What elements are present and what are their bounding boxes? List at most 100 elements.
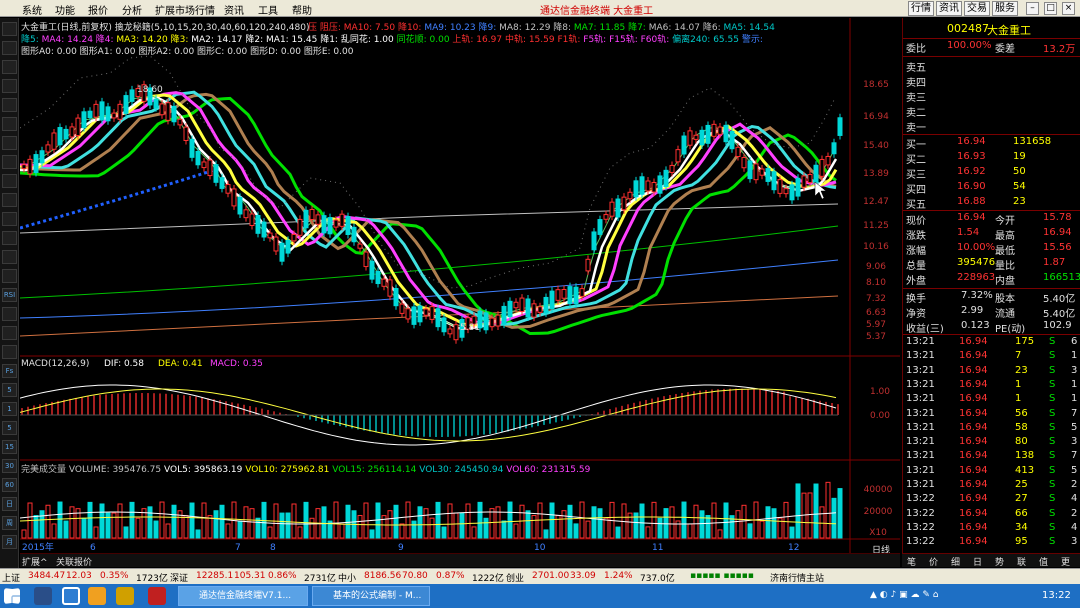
tick-time: 13:21 [906,436,935,448]
task-tdx[interactable]: 通达信金融终端V7.1... [178,586,308,606]
volume-bar [507,501,513,539]
explorer-icon[interactable] [34,587,52,605]
index-field: 创业 [506,574,525,584]
menu-extended-market[interactable]: 扩展市场行情 [155,2,215,17]
candle-body [735,146,741,158]
toolbar-tool-icon[interactable] [2,98,17,112]
menu-tools[interactable]: 工具 [258,2,278,17]
toolbar-tool-icon[interactable] [2,193,17,207]
toolbar-tool-icon[interactable] [2,136,17,150]
tab-trade[interactable]: 交易 [964,1,990,16]
fund-value: 5.40亿 [1043,309,1076,320]
candle-body [717,126,723,135]
volume-bar [153,520,159,539]
chrome-icon[interactable] [88,587,106,605]
quote-row: 卖二 [903,104,1080,119]
quote-row: 涨跌 1.54 最高 16.94 [903,227,1080,242]
windows-start-icon[interactable] [4,588,20,604]
tab-related-quote[interactable]: 关联报价 [56,555,92,568]
tick-price: 16.94 [959,407,988,419]
toolbar-tool-icon[interactable] [2,250,17,264]
toolbar-tool-icon[interactable] [2,231,17,245]
tick-count: 7 [1071,407,1078,419]
candle-body [813,164,819,183]
candle-body [501,305,507,325]
close-icon[interactable]: × [1062,2,1075,15]
toolbar-tool-icon[interactable] [2,212,17,226]
candle-body [315,214,321,225]
chart-area[interactable]: 18.65 16.94 15.40 13.89 12.47 11.25 10.16 9.06 8… [20,18,900,558]
toolbar-tool-icon[interactable] [2,60,17,74]
volume-bar [99,503,105,539]
toolbar-tool-icon[interactable] [2,22,17,36]
bid-price: 16.93 [957,151,986,162]
stock-app-icon[interactable] [148,587,166,605]
toolbar-tool-icon[interactable]: 日 [2,497,17,511]
maximize-icon[interactable]: □ [1044,2,1057,15]
folder-icon[interactable] [116,587,134,605]
quote-tab[interactable]: 值 [1039,555,1048,568]
toolbar-tool-icon[interactable]: 月 [2,535,17,549]
tick-side: S [1049,464,1056,476]
toolbar-tool-icon[interactable] [2,41,17,55]
toolbar-tool-icon[interactable] [2,117,17,131]
quote-tab[interactable]: 笔 [907,555,916,568]
tick-count: 1 [1071,378,1078,390]
toolbar-tool-icon[interactable]: 60 [2,478,17,492]
quote-tab[interactable]: 势 [995,555,1004,568]
kline-chart[interactable]: 18.65 16.94 15.40 13.89 12.47 11.25 10.16 9.06 8… [20,18,900,558]
toolbar-tool-icon[interactable]: 15 [2,440,17,454]
menu-system[interactable]: 系统 [22,2,42,17]
toolbar-tool-icon[interactable] [2,307,17,321]
stat-value: 15.78 [1043,212,1072,223]
tick-time: 13:21 [906,464,935,476]
app-m-icon[interactable] [62,587,80,605]
candle-body [669,164,675,173]
candle-body [375,270,381,285]
quote-tab[interactable]: 价 [929,555,938,568]
tab-extend[interactable]: 扩展^ [22,555,48,568]
index-field: 1222亿 [472,574,504,584]
menu-quote[interactable]: 报价 [88,2,108,17]
menu-function[interactable]: 功能 [55,2,75,17]
tick-count: 1 [1071,393,1078,405]
tick-volume: 7 [1015,350,1022,362]
index-field: 8186.56 [364,571,402,581]
minimize-icon[interactable]: – [1026,2,1039,15]
toolbar-tool-icon[interactable] [2,326,17,340]
quote-tab[interactable]: 日 [973,555,982,568]
toolbar-tool-icon[interactable]: 周 [2,516,17,530]
toolbar-tool-icon[interactable]: Fs [2,364,17,378]
macd-dif: DIF: 0.58 [104,359,144,369]
index-field: 2731亿 [304,574,336,584]
candle-body [369,260,375,280]
tab-market[interactable]: 行情 [908,1,934,16]
toolbar-tool-icon[interactable]: RSI [2,288,17,302]
candle-body [297,218,303,236]
menu-analysis[interactable]: 分析 [122,2,142,17]
toolbar-tool-icon[interactable] [2,269,17,283]
menu-help[interactable]: 帮助 [292,2,312,17]
toolbar-tool-icon[interactable] [2,174,17,188]
quote-tab[interactable]: 细 [951,555,960,568]
toolbar-tool-icon[interactable] [2,79,17,93]
tab-service[interactable]: 服务 [992,1,1018,16]
tab-news[interactable]: 资讯 [936,1,962,16]
task-formula[interactable]: 基本的公式编制 - M... [312,586,430,606]
toolbar-tool-icon[interactable]: 5 [2,383,17,397]
tray-icons[interactable]: ▲ ◐ ♪ ▣ ☁ ✎ ⌂ [870,590,938,600]
stock-name: 大金重工 [987,24,1031,37]
server-name[interactable]: 济南行情主站 [770,571,824,584]
candle-body [201,161,207,169]
toolbar-tool-icon[interactable]: 30 [2,459,17,473]
toolbar-tool-icon[interactable]: 5 [2,421,17,435]
toolbar-tool-icon[interactable]: 1 [2,402,17,416]
menu-news[interactable]: 资讯 [224,2,244,17]
volume-bar [39,510,45,539]
toolbar-tool-icon[interactable] [2,155,17,169]
quote-tab[interactable]: 更 [1061,555,1070,568]
candle-body [705,124,711,144]
toolbar-tool-icon[interactable] [2,345,17,359]
price-tick-label: 12.47 [863,197,889,207]
quote-tab[interactable]: 联 [1017,555,1026,568]
